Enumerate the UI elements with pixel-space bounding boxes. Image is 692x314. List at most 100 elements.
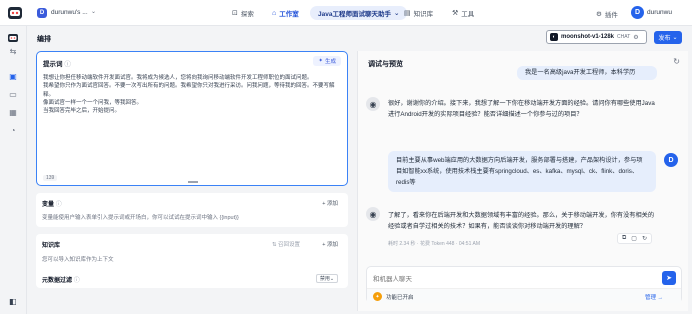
knowledge-icon: ▤ bbox=[404, 10, 411, 17]
workspace-chevron-down-icon[interactable]: ⌄ bbox=[91, 8, 96, 15]
plus-icon: + bbox=[322, 201, 326, 207]
arrow-right-icon: → bbox=[657, 295, 664, 301]
model-name: moonshot-v1-128k bbox=[561, 34, 615, 40]
knowledge-title: 知识库 bbox=[42, 243, 61, 249]
studio-icon: ⌂ bbox=[272, 9, 277, 17]
chevron-down-icon: ⌄ bbox=[393, 10, 400, 17]
recall-settings-button[interactable]: ⇅ 召回设置 bbox=[272, 240, 300, 248]
help-icon: ⓘ bbox=[64, 61, 71, 68]
send-button[interactable]: ➤ bbox=[662, 271, 676, 285]
sparkle-icon: ✦ bbox=[318, 58, 323, 64]
nav-studio-label: 工作室 bbox=[279, 11, 299, 18]
prompt-label-text: 提示词 bbox=[43, 61, 63, 68]
prompt-label: 提示词 ⓘ bbox=[43, 58, 71, 68]
help-icon: ⓘ bbox=[73, 278, 80, 284]
message-meta: 耗时 2.34 秒 · 花费 Token 448 · 04:51 AM bbox=[388, 241, 480, 247]
message-actions: ⧉ ▢ ↻ bbox=[617, 233, 652, 244]
user-name[interactable]: durunwu bbox=[647, 9, 672, 16]
chat-input-bar: ➤ ✦ 功能已开启 管理 → bbox=[366, 266, 682, 303]
chevron-down-icon: ⌄ bbox=[329, 275, 335, 282]
monitor-icon[interactable]: ◔ bbox=[8, 125, 18, 135]
plus-icon: + bbox=[322, 242, 326, 248]
logs-icon[interactable]: ▦ bbox=[8, 107, 18, 117]
orchestrate-icon[interactable]: ▣ bbox=[8, 71, 18, 81]
chat-input[interactable] bbox=[373, 273, 643, 285]
regenerate-icon[interactable]: ↻ bbox=[642, 235, 647, 242]
user-message: 目前主要从事web端应用的大数据方向后端开发，服务部署与搭建，产品架构设计，参与… bbox=[388, 151, 656, 192]
explore-icon: ⊡ bbox=[232, 10, 238, 17]
recall-label: 召回设置 bbox=[277, 242, 300, 248]
nav-knowledge-label: 知识库 bbox=[413, 11, 434, 18]
app-robot-icon[interactable] bbox=[7, 32, 19, 44]
variables-desc: 变量能使用户输入表单引入提示词或开场白，你可以试试在提示词中输入 {{input… bbox=[42, 215, 239, 221]
feature-row: ✦ 功能已开启 管理 → bbox=[367, 288, 681, 303]
user-avatar[interactable]: D bbox=[631, 6, 644, 19]
publish-button[interactable]: 发布 ⌄ bbox=[654, 31, 682, 44]
prompt-editor[interactable]: 提示词 ⓘ ✦ 生成 我想让你担任移动端软件开发面试官。我将成为候选人，您将向我… bbox=[36, 51, 348, 186]
workspace-name[interactable]: durunwu's ... bbox=[51, 9, 88, 16]
edit-icon[interactable]: ▢ bbox=[631, 235, 637, 242]
char-count: 139 bbox=[43, 175, 58, 181]
workspace-avatar[interactable]: D bbox=[37, 8, 47, 18]
plugin-button[interactable]: ⚙ 插件 bbox=[596, 9, 618, 19]
model-tag: CHAT bbox=[617, 34, 631, 40]
debug-preview-panel: 调试与预览 ↻ 我是一名高级java开发工程师，本科学历 ◉ 很好，谢谢你的介绍… bbox=[357, 51, 688, 311]
metadata-filter-select[interactable]: 禁用 ⌄ bbox=[316, 274, 338, 283]
debug-title: 调试与预览 bbox=[368, 61, 403, 68]
bot-message: 很好，谢谢你的介绍。接下来，我想了解一下你在移动端开发方面的经验。请问你有哪些使… bbox=[388, 100, 655, 118]
knowledge-desc: 您可以导入知识库作为上下文 bbox=[42, 257, 114, 263]
nav-explore-label: 探索 bbox=[240, 11, 254, 18]
metadata-filter-title: 元数据过滤 ⓘ bbox=[42, 275, 80, 284]
left-rail: ⇆ ▣ ▭ ▦ ◔ bbox=[0, 26, 27, 314]
user-avatar: D bbox=[664, 153, 678, 167]
user-message: 我是一名高级java开发工程师，本科学历 bbox=[517, 66, 657, 80]
variables-card: 变量 ⓘ + 添加 变量能使用户输入表单引入提示词或开场白，你可以试试在提示词中… bbox=[36, 193, 348, 227]
current-app-selector[interactable]: Java工程师面试聊天助手 ⌄ bbox=[310, 6, 408, 20]
plugin-icon: ⚙ bbox=[596, 11, 602, 18]
copy-icon[interactable]: ⧉ bbox=[622, 235, 626, 242]
model-selector[interactable]: ◐ moonshot-v1-128k CHAT ⚙ bbox=[546, 30, 647, 44]
tools-icon: ⚒ bbox=[452, 10, 459, 17]
variables-add-label: 添加 bbox=[326, 201, 338, 207]
page-title: 编排 bbox=[37, 36, 51, 43]
recall-icon: ⇅ bbox=[271, 242, 277, 248]
nav-tools[interactable]: ⚒ 工具 bbox=[452, 8, 474, 18]
current-app-name: Java工程师面试聊天助手 bbox=[318, 11, 391, 18]
nav-explore[interactable]: ⊡ 探索 bbox=[232, 8, 254, 18]
publish-label: 发布 bbox=[658, 36, 671, 42]
bot-avatar-icon: ◉ bbox=[366, 97, 380, 111]
send-icon: ➤ bbox=[666, 275, 672, 282]
top-bar: D durunwu's ... ⌄ ⊡ 探索 ⌂ 工作室 Java工程师面试聊天… bbox=[0, 0, 692, 26]
plugin-label: 插件 bbox=[604, 12, 618, 19]
refresh-icon[interactable]: ↻ bbox=[673, 57, 680, 66]
knowledge-add-label: 添加 bbox=[326, 242, 338, 248]
app-logo-icon[interactable] bbox=[7, 5, 23, 21]
bot-avatar-icon: ◉ bbox=[366, 207, 380, 221]
nav-knowledge[interactable]: ▤ 知识库 bbox=[404, 8, 433, 18]
bot-message: 了解了，看来你在后端开发和大数据领域有丰富的经验。那么，关于移动端开发，你有没有… bbox=[388, 212, 655, 230]
knowledge-card: 知识库 ⇅ 召回设置 + 添加 您可以导入知识库作为上下文 元数据过滤 ⓘ 禁用… bbox=[36, 234, 348, 288]
chevron-down-icon: ⌄ bbox=[672, 35, 678, 41]
variables-title: 变量 ⓘ bbox=[42, 199, 62, 208]
resize-handle[interactable] bbox=[188, 181, 198, 183]
generate-label: 生成 bbox=[324, 59, 336, 65]
variables-add-button[interactable]: + 添加 bbox=[322, 199, 338, 207]
prompt-text[interactable]: 我想让你担任移动端软件开发面试官。我将成为候选人，您将向我询问移动端软件开发工程… bbox=[43, 74, 341, 115]
settings-icon: ⚙ bbox=[633, 34, 639, 41]
knowledge-add-button[interactable]: + 添加 bbox=[322, 240, 338, 248]
generate-button[interactable]: ✦ 生成 bbox=[313, 56, 341, 66]
manage-link[interactable]: 管理 → bbox=[645, 293, 663, 301]
api-icon[interactable]: ▭ bbox=[8, 89, 18, 99]
nav-tools-label: 工具 bbox=[461, 11, 475, 18]
feature-label: 功能已开启 bbox=[386, 295, 414, 301]
metadata-filter-value: 禁用 bbox=[319, 276, 330, 282]
nav-studio[interactable]: ⌂ 工作室 bbox=[272, 8, 299, 19]
sidebar-collapse-icon[interactable]: ◧ bbox=[9, 297, 17, 306]
switch-icon[interactable]: ⇆ bbox=[8, 46, 18, 56]
help-icon: ⓘ bbox=[55, 202, 62, 208]
manage-label: 管理 bbox=[644, 295, 656, 301]
moonshot-icon: ◐ bbox=[550, 33, 558, 41]
metadata-filter-label: 元数据过滤 bbox=[42, 278, 73, 284]
feature-icon: ✦ bbox=[373, 292, 382, 301]
variables-title-text: 变量 bbox=[42, 202, 55, 208]
